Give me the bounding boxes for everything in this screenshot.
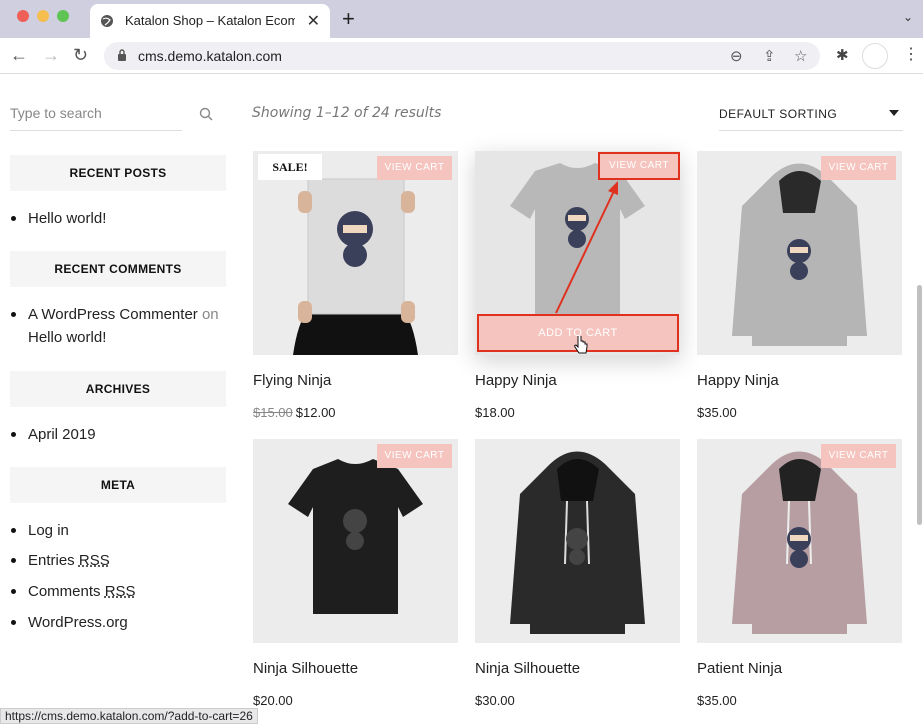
product-card[interactable]: VIEW CART Ninja Silhouette $20.00 xyxy=(253,439,458,708)
product-price: $35.00 xyxy=(697,693,737,708)
scrollbar-thumb[interactable] xyxy=(917,285,922,525)
url-text: cms.demo.katalon.com xyxy=(138,48,282,64)
comment-post-link[interactable]: Hello world! xyxy=(28,329,106,346)
hand-cursor-icon xyxy=(574,336,588,354)
product-price: $18.00 xyxy=(475,405,515,420)
product-name[interactable]: Happy Ninja xyxy=(475,372,680,389)
archive-link[interactable]: April 2019 xyxy=(11,423,228,446)
product-card[interactable]: VIEW CART Happy Ninja $35.00 xyxy=(697,151,902,420)
minimize-window-button[interactable] xyxy=(37,10,49,22)
entries-label: Entries xyxy=(28,552,75,569)
extensions-icon[interactable]: ✱ xyxy=(836,46,849,64)
product-name[interactable]: Patient Ninja xyxy=(697,660,902,677)
ninja-poster-image xyxy=(253,151,458,355)
product-image[interactable] xyxy=(475,439,680,643)
meta-list: Log in Entries RSS Comments RSS WordPres… xyxy=(11,519,228,634)
recent-posts-list: Hello world! xyxy=(11,207,228,230)
product-name[interactable]: Ninja Silhouette xyxy=(475,660,680,677)
recent-post-link[interactable]: Hello world! xyxy=(11,207,228,230)
view-cart-button[interactable]: VIEW CART xyxy=(821,444,896,468)
black-tshirt-image xyxy=(253,439,458,643)
lock-icon xyxy=(118,49,126,61)
sale-price: $12.00 xyxy=(295,405,336,420)
black-hoodie-image xyxy=(475,439,680,643)
view-cart-button[interactable]: VIEW CART xyxy=(598,152,680,180)
product-image[interactable]: SALE! VIEW CART xyxy=(253,151,458,355)
view-cart-button[interactable]: VIEW CART xyxy=(377,156,452,180)
archives-list: April 2019 xyxy=(11,423,228,446)
zoom-icon[interactable]: ⊖ xyxy=(730,47,743,65)
product-price: $20.00 xyxy=(253,693,293,708)
product-image[interactable]: VIEW CART ADD TO CART xyxy=(475,151,680,355)
tab-title: Katalon Shop – Katalon Ecomm xyxy=(125,13,295,28)
menu-kebab-icon[interactable]: ⋮ xyxy=(903,44,919,64)
sorting-select[interactable]: DEFAULT SORTING xyxy=(719,97,903,131)
entries-rss-link[interactable]: Entries RSS xyxy=(11,549,228,572)
old-price: $15.00 xyxy=(253,405,293,420)
status-bar-url: https://cms.demo.katalon.com/?add-to-car… xyxy=(0,708,258,724)
zoom-window-button[interactable] xyxy=(57,10,69,22)
login-link[interactable]: Log in xyxy=(11,519,228,542)
globe-icon xyxy=(101,15,113,27)
product-image[interactable]: VIEW CART xyxy=(697,151,902,355)
recent-posts-title: RECENT POSTS xyxy=(10,155,226,191)
browser-toolbar: ← → ↻ cms.demo.katalon.com ⊖ ⇪ ☆ ✱ ⋮ xyxy=(0,38,923,74)
grey-hoodie-image xyxy=(697,151,902,355)
view-cart-button[interactable]: VIEW CART xyxy=(821,156,896,180)
reload-button[interactable]: ↻ xyxy=(73,45,88,66)
results-count: Showing 1–12 of 24 results xyxy=(252,105,442,121)
close-window-button[interactable] xyxy=(17,10,29,22)
page-content: RECENT POSTS Hello world! RECENT COMMENT… xyxy=(0,75,923,724)
sale-badge: SALE! xyxy=(258,154,322,180)
rss-abbr: RSS xyxy=(78,552,110,569)
product-name[interactable]: Ninja Silhouette xyxy=(253,660,458,677)
product-card[interactable]: SALE! VIEW CART Flying Ninja $15.00 $12.0… xyxy=(253,151,458,420)
archives-title: ARCHIVES xyxy=(10,371,226,407)
tab-search-chevron-icon[interactable]: ⌄ xyxy=(903,10,913,24)
share-icon[interactable]: ⇪ xyxy=(763,47,776,65)
caret-down-icon xyxy=(889,110,899,116)
tab-close-icon[interactable]: ✕ xyxy=(307,11,320,31)
product-name[interactable]: Flying Ninja xyxy=(253,372,458,389)
product-card[interactable]: VIEW CART ADD TO CART Happy Ninja $18.00 xyxy=(475,151,680,420)
new-tab-button[interactable]: + xyxy=(342,6,355,32)
recent-comments-list: A WordPress Commenter on Hello world! xyxy=(11,303,228,349)
star-icon[interactable]: ☆ xyxy=(794,47,807,65)
browser-tab-bar: Katalon Shop – Katalon Ecomm ✕ + ⌄ xyxy=(0,0,923,38)
profile-avatar[interactable] xyxy=(862,43,888,69)
meta-title: META xyxy=(10,467,226,503)
wordpress-link[interactable]: WordPress.org xyxy=(11,611,228,634)
recent-comments-title: RECENT COMMENTS xyxy=(10,251,226,287)
product-image[interactable]: VIEW CART xyxy=(253,439,458,643)
product-card[interactable]: VIEW CART Patient Ninja $35.00 xyxy=(697,439,902,708)
product-price: $35.00 xyxy=(697,405,737,420)
search-field xyxy=(10,97,182,131)
recent-comment-item: A WordPress Commenter on Hello world! xyxy=(11,303,228,349)
address-bar[interactable]: cms.demo.katalon.com ⊖ ⇪ ☆ xyxy=(104,42,820,70)
comment-on-text: on xyxy=(201,306,219,323)
search-input[interactable] xyxy=(10,97,170,121)
back-button[interactable]: ← xyxy=(10,45,28,66)
product-name[interactable]: Happy Ninja xyxy=(697,372,902,389)
comment-author-link[interactable]: A WordPress Commenter xyxy=(28,306,198,323)
comments-label: Comments xyxy=(28,583,101,600)
rss-abbr: RSS xyxy=(104,583,136,600)
comments-rss-link[interactable]: Comments RSS xyxy=(11,580,228,603)
product-price: $15.00 $12.00 xyxy=(253,405,458,420)
product-price: $30.00 xyxy=(475,693,515,708)
product-image[interactable]: VIEW CART xyxy=(697,439,902,643)
product-card[interactable]: Ninja Silhouette $30.00 xyxy=(475,439,680,708)
search-icon[interactable] xyxy=(199,107,213,121)
sorting-label: DEFAULT SORTING xyxy=(719,107,838,121)
pink-hoodie-image xyxy=(697,439,902,643)
forward-button[interactable]: → xyxy=(42,45,60,66)
browser-tab[interactable]: Katalon Shop – Katalon Ecomm ✕ xyxy=(90,4,330,38)
view-cart-button[interactable]: VIEW CART xyxy=(377,444,452,468)
